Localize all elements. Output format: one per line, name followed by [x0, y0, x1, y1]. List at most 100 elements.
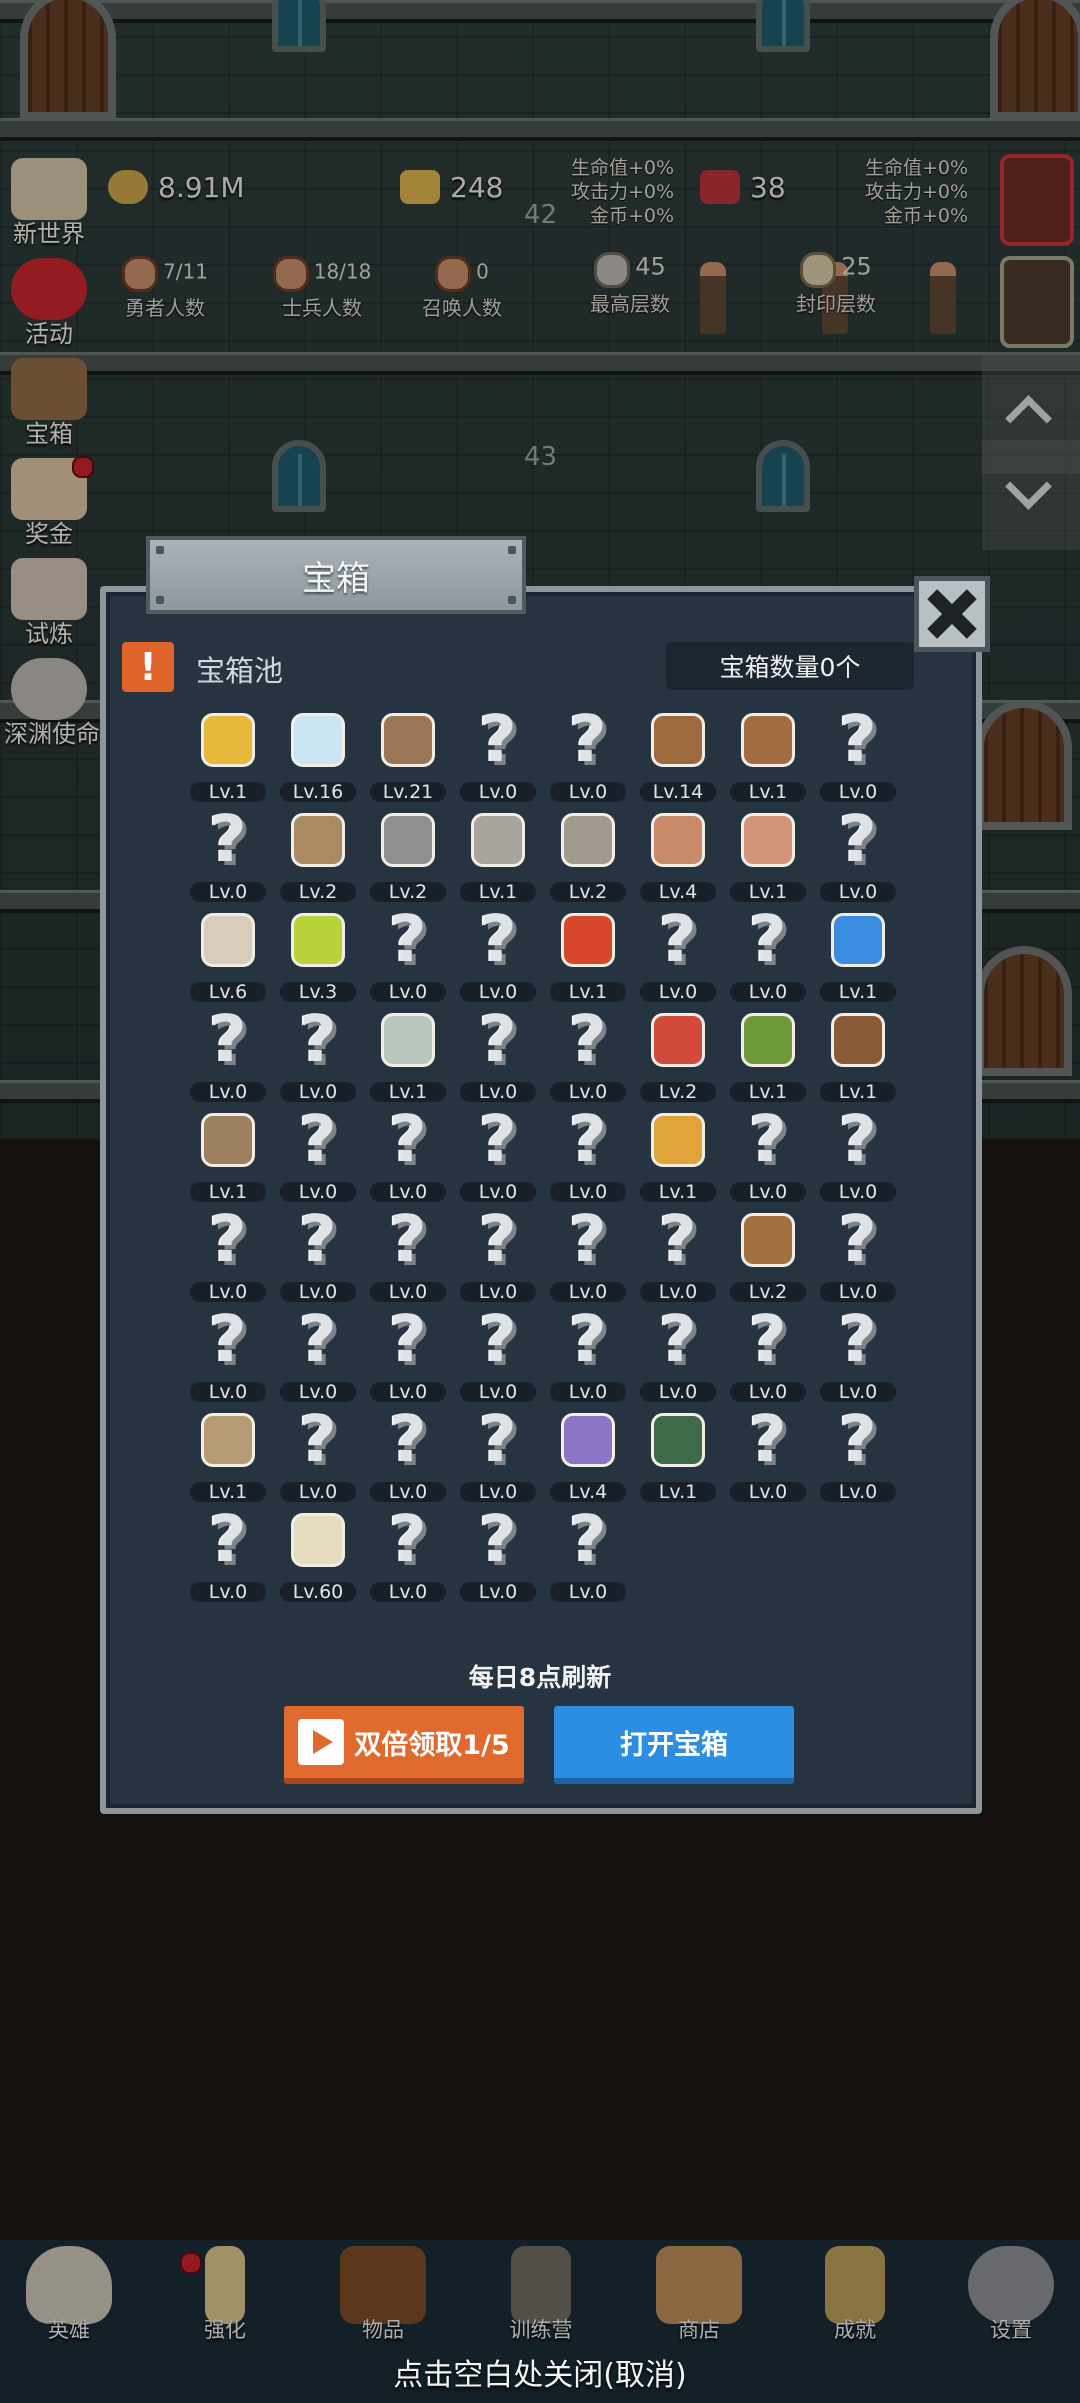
- item-level: Lv.1: [730, 1082, 806, 1102]
- item-level: Lv.0: [190, 1082, 266, 1102]
- unknown-item-icon: ?: [299, 1403, 337, 1477]
- double-claim-label: 双倍领取1/5: [354, 1729, 510, 1761]
- chest-item-slot[interactable]: ? Lv.0: [452, 1400, 542, 1502]
- chest-item-slot[interactable]: Lv.2: [542, 800, 632, 902]
- chest-item-slot[interactable]: Lv.14: [632, 700, 722, 802]
- chest-item-slot[interactable]: ? Lv.0: [272, 1000, 362, 1102]
- chest-item-slot[interactable]: Lv.1: [722, 700, 812, 802]
- unknown-item-icon: ?: [839, 1403, 877, 1477]
- chest-item-slot[interactable]: ? Lv.0: [362, 1400, 452, 1502]
- item-level: Lv.0: [550, 1582, 626, 1602]
- chest-item-slot[interactable]: ? Lv.0: [452, 700, 542, 802]
- item-level: Lv.0: [820, 1282, 896, 1302]
- chest-item-slot[interactable]: Lv.2: [722, 1200, 812, 1302]
- chest-item-slot[interactable]: ? Lv.0: [812, 1200, 902, 1302]
- chest-item-slot[interactable]: ? Lv.0: [542, 1300, 632, 1402]
- dialog-title-tab: 宝箱: [146, 536, 526, 614]
- double-claim-button[interactable]: 双倍领取1/5: [284, 1706, 524, 1784]
- chest-item-slot[interactable]: Lv.1: [812, 1000, 902, 1102]
- chest-item-slot[interactable]: ? Lv.0: [722, 1300, 812, 1402]
- chest-item-slot[interactable]: ? Lv.0: [452, 900, 542, 1002]
- chest-item-slot[interactable]: ? Lv.0: [182, 1300, 272, 1402]
- chest-item-slot[interactable]: Lv.1: [812, 900, 902, 1002]
- chest-item-slot[interactable]: Lv.1: [632, 1100, 722, 1202]
- chest-item-slot[interactable]: Lv.1: [722, 800, 812, 902]
- chest-item-slot[interactable]: Lv.1: [632, 1400, 722, 1502]
- unknown-item-icon: ?: [569, 1303, 607, 1377]
- chest-item-slot[interactable]: ? Lv.0: [452, 1500, 542, 1602]
- info-icon[interactable]: !: [122, 642, 174, 692]
- chest-item-slot[interactable]: Lv.60: [272, 1500, 362, 1602]
- chest-item-slot[interactable]: ? Lv.0: [542, 700, 632, 802]
- chest-item-slot[interactable]: ? Lv.0: [182, 1000, 272, 1102]
- chest-item-slot[interactable]: Lv.1: [452, 800, 542, 902]
- chest-item-slot[interactable]: Lv.1: [182, 1100, 272, 1202]
- refresh-note: 每日8点刷新: [468, 1663, 612, 1692]
- chest-item-slot[interactable]: ? Lv.0: [362, 900, 452, 1002]
- chest-item-slot[interactable]: Lv.6: [182, 900, 272, 1002]
- item-level: Lv.3: [280, 982, 356, 1002]
- chest-item-slot[interactable]: Lv.2: [632, 1000, 722, 1102]
- chest-item-slot[interactable]: Lv.4: [542, 1400, 632, 1502]
- item-level: Lv.0: [550, 1382, 626, 1402]
- chest-item-slot[interactable]: ? Lv.0: [632, 1300, 722, 1402]
- item-level: Lv.2: [640, 1082, 716, 1102]
- chest-item-slot[interactable]: ? Lv.0: [272, 1200, 362, 1302]
- chest-item-slot[interactable]: Lv.4: [632, 800, 722, 902]
- item-level: Lv.6: [190, 982, 266, 1002]
- unknown-item-icon: ?: [389, 1203, 427, 1277]
- chest-item-slot[interactable]: ? Lv.0: [812, 800, 902, 902]
- chest-item-slot[interactable]: ? Lv.0: [632, 1200, 722, 1302]
- chest-item-slot[interactable]: ? Lv.0: [182, 1500, 272, 1602]
- red-potion-icon: [558, 910, 618, 970]
- chest-item-slot[interactable]: ? Lv.0: [812, 1400, 902, 1502]
- chest-item-slot[interactable]: ? Lv.0: [722, 1100, 812, 1202]
- chest-item-slot[interactable]: Lv.2: [272, 800, 362, 902]
- close-hint[interactable]: 点击空白处关闭(取消): [0, 2350, 1080, 2394]
- chest-item-slot[interactable]: ? Lv.0: [542, 1200, 632, 1302]
- item-level: Lv.0: [460, 782, 536, 802]
- chest-item-slot[interactable]: Lv.1: [182, 700, 272, 802]
- chest-item-slot[interactable]: ? Lv.0: [362, 1200, 452, 1302]
- chest-item-slot[interactable]: ? Lv.0: [452, 1100, 542, 1202]
- chest-item-slot[interactable]: ? Lv.0: [362, 1100, 452, 1202]
- chest-item-slot[interactable]: Lv.21: [362, 700, 452, 802]
- chest-item-slot[interactable]: ? Lv.0: [272, 1400, 362, 1502]
- unknown-item-icon: ?: [479, 1003, 517, 1077]
- chest-item-slot[interactable]: Lv.3: [272, 900, 362, 1002]
- chest-item-slot[interactable]: ? Lv.0: [812, 700, 902, 802]
- unknown-item-icon: ?: [749, 1103, 787, 1177]
- close-button[interactable]: [914, 576, 990, 652]
- chest-item-slot[interactable]: Lv.1: [542, 900, 632, 1002]
- chest-item-slot[interactable]: ? Lv.0: [542, 1000, 632, 1102]
- diamond-icon: [288, 710, 348, 770]
- chest-item-slot[interactable]: ? Lv.0: [272, 1300, 362, 1402]
- chest-item-slot[interactable]: ? Lv.0: [812, 1100, 902, 1202]
- chest-item-slot[interactable]: ? Lv.0: [362, 1500, 452, 1602]
- chest-item-slot[interactable]: ? Lv.0: [452, 1200, 542, 1302]
- chest-item-slot[interactable]: ? Lv.0: [542, 1500, 632, 1602]
- chest-item-slot[interactable]: ? Lv.0: [272, 1100, 362, 1202]
- open-chest-button[interactable]: 打开宝箱: [554, 1706, 794, 1784]
- chest-item-slot[interactable]: ? Lv.0: [182, 1200, 272, 1302]
- chest-item-slot[interactable]: Lv.1: [362, 1000, 452, 1102]
- chest-item-slot[interactable]: Lv.1: [182, 1400, 272, 1502]
- red-vial-icon: [648, 1010, 708, 1070]
- item-pool-grid: Lv.1 Lv.16 Lv.21? Lv.0? Lv.0 Lv.14 Lv.1? Lv.0? L…: [182, 700, 902, 1602]
- chest-item-slot[interactable]: ? Lv.0: [812, 1300, 902, 1402]
- chest-item-slot[interactable]: ? Lv.0: [362, 1300, 452, 1402]
- chest-item-slot[interactable]: ? Lv.0: [542, 1100, 632, 1202]
- chest-item-slot[interactable]: Lv.2: [362, 800, 452, 902]
- chest-item-slot[interactable]: ? Lv.0: [452, 1000, 542, 1102]
- item-level: Lv.0: [640, 1282, 716, 1302]
- chest-item-slot[interactable]: ? Lv.0: [722, 1400, 812, 1502]
- chest-item-slot[interactable]: ? Lv.0: [182, 800, 272, 902]
- unknown-item-icon: ?: [749, 903, 787, 977]
- chest-item-slot[interactable]: ? Lv.0: [722, 900, 812, 1002]
- chest-item-slot[interactable]: ? Lv.0: [452, 1300, 542, 1402]
- chest-item-slot[interactable]: Lv.16: [272, 700, 362, 802]
- item-level: Lv.0: [820, 882, 896, 902]
- chest-item-slot[interactable]: ? Lv.0: [632, 900, 722, 1002]
- winged-boots-icon: [738, 1010, 798, 1070]
- chest-item-slot[interactable]: Lv.1: [722, 1000, 812, 1102]
